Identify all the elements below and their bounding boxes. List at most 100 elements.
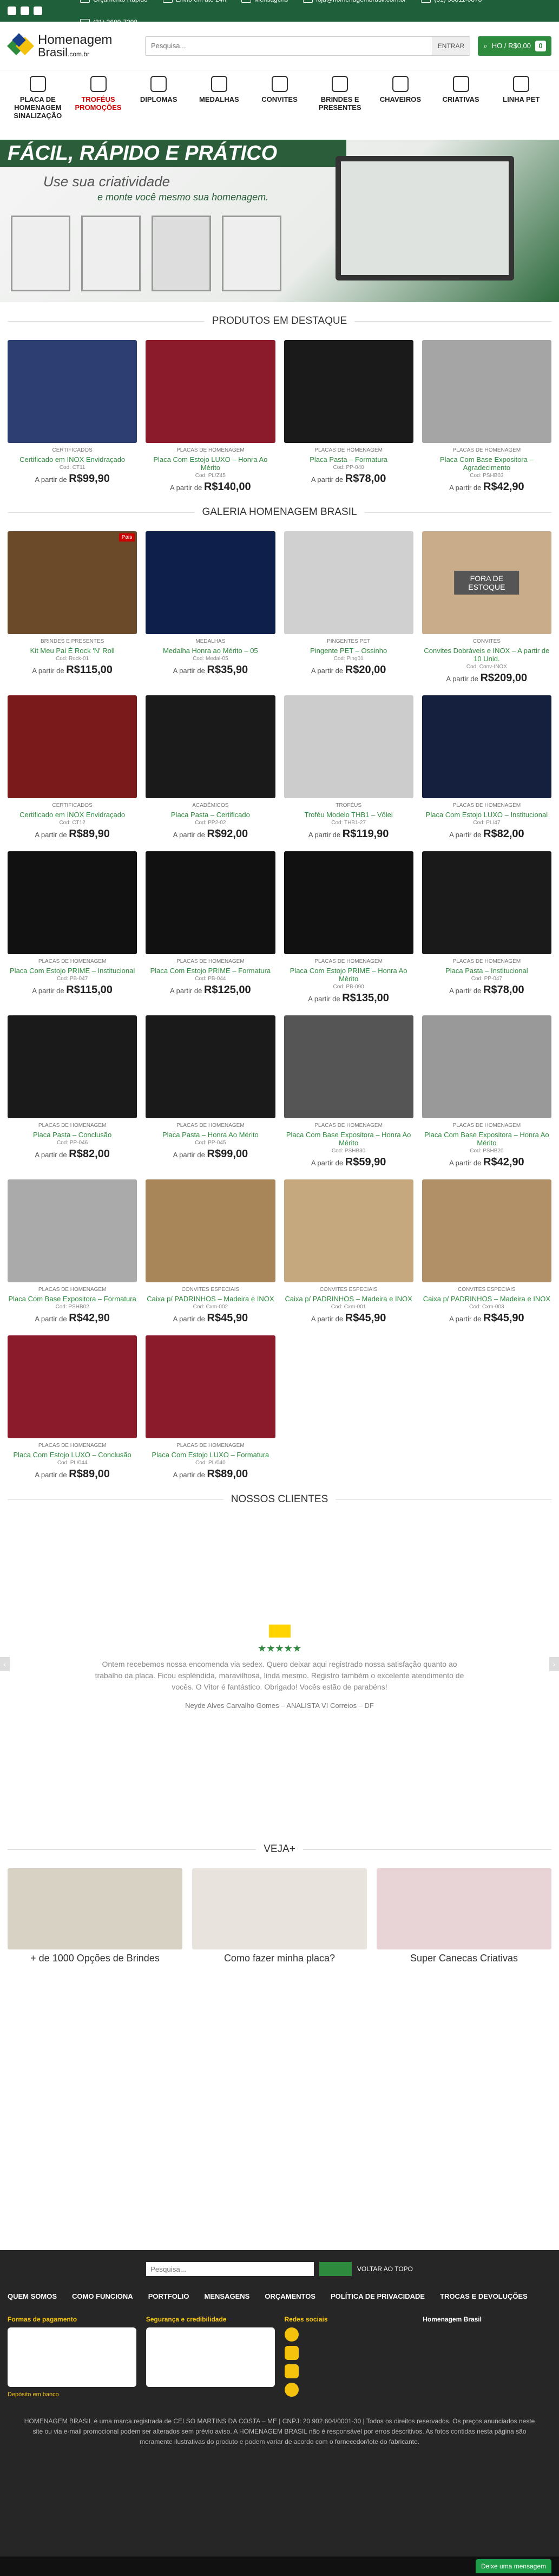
facebook-icon[interactable]: [8, 6, 16, 15]
product-card[interactable]: FORA DE ESTOQUE CONVITES Convites Dobrávei…: [422, 531, 551, 684]
product-card[interactable]: CONVITES ESPECIAIS Caixa p/ PADRINHOS – M…: [284, 1179, 413, 1325]
whatsapp-icon[interactable]: [34, 6, 42, 15]
product-image[interactable]: [146, 340, 275, 443]
product-image[interactable]: [422, 851, 551, 954]
product-image[interactable]: [422, 695, 551, 798]
blog-card[interactable]: Como fazer minha placa?: [192, 1868, 367, 1964]
product-name[interactable]: Troféu Modelo THB1 – Vôlei: [284, 811, 413, 819]
footer-nav-link[interactable]: PORTFOLIO: [148, 2292, 189, 2300]
footer-nav-link[interactable]: MENSAGENS: [205, 2292, 250, 2300]
youtube-icon[interactable]: [284, 2346, 299, 2360]
login-button[interactable]: ENTRAR: [432, 36, 470, 55]
product-name[interactable]: Certificado em INOX Envidraçado: [8, 811, 137, 819]
product-image[interactable]: [146, 1179, 275, 1282]
product-card[interactable]: PINGENTES PET Pingente PET – Ossinho Cod: …: [284, 531, 413, 684]
product-card[interactable]: PLACAS DE HOMENAGEM Placa Pasta – Conclus…: [8, 1015, 137, 1169]
product-image[interactable]: [284, 695, 413, 798]
product-image[interactable]: [8, 851, 137, 954]
footer-nav-link[interactable]: QUEM SOMOS: [8, 2292, 57, 2300]
carousel-next-button[interactable]: ›: [549, 1657, 559, 1671]
product-card[interactable]: PLACAS DE HOMENAGEM Placa Com Estojo LUXO…: [146, 340, 275, 493]
product-card[interactable]: PLACAS DE HOMENAGEM Placa Pasta – Formatu…: [284, 340, 413, 493]
blog-card[interactable]: + de 1000 Opções de Brindes: [8, 1868, 182, 1964]
blog-card[interactable]: Super Canecas Criativas: [377, 1868, 551, 1964]
topbar-link[interactable]: (31) 98811-0878: [421, 0, 482, 3]
nav-item[interactable]: LINHA PET: [491, 76, 551, 103]
product-card[interactable]: CONVITES ESPECIAIS Caixa p/ PADRINHOS – M…: [422, 1179, 551, 1325]
product-name[interactable]: Placa Com Estojo PRIME – Formatura: [146, 967, 275, 975]
product-card[interactable]: PLACAS DE HOMENAGEM Placa Com Estojo PRIM…: [146, 851, 275, 1005]
product-name[interactable]: Caixa p/ PADRINHOS – Madeira e INOX: [284, 1295, 413, 1303]
blog-title[interactable]: Como fazer minha placa?: [192, 1953, 367, 1964]
product-image[interactable]: [146, 695, 275, 798]
product-card[interactable]: PLACAS DE HOMENAGEM Placa Com Base Exposi…: [422, 340, 551, 493]
chat-button[interactable]: Deixe uma mensagem: [475, 2559, 551, 2573]
carousel-prev-button[interactable]: ‹: [0, 1657, 10, 1671]
footer-nav-link[interactable]: COMO FUNCIONA: [72, 2292, 133, 2300]
nav-item[interactable]: BRINDES E PRESENTES: [310, 76, 370, 112]
product-name[interactable]: Caixa p/ PADRINHOS – Madeira e INOX: [422, 1295, 551, 1303]
product-name[interactable]: Placa Pasta – Honra Ao Mérito: [146, 1131, 275, 1139]
product-name[interactable]: Certificado em INOX Envidraçado: [8, 455, 137, 464]
product-name[interactable]: Placa Com Estojo LUXO – Honra Ao Mérito: [146, 455, 275, 472]
nav-item[interactable]: PLACA DE HOMENAGEM SINALIZAÇÃO: [8, 76, 68, 120]
hero-banner[interactable]: FÁCIL, RÁPIDO E PRÁTICO Use sua criativi…: [0, 140, 559, 302]
product-card[interactable]: TROFÉUS Troféu Modelo THB1 – Vôlei Cod: TH…: [284, 695, 413, 840]
product-name[interactable]: Placa Pasta – Certificado: [146, 811, 275, 819]
product-image[interactable]: [284, 340, 413, 443]
product-image[interactable]: [8, 1179, 137, 1282]
facebook-icon[interactable]: [284, 2364, 299, 2378]
product-card[interactable]: PLACAS DE HOMENAGEM Placa Pasta – Institu…: [422, 851, 551, 1005]
back-to-top-link[interactable]: VOLTAR AO TOPO: [357, 2265, 413, 2273]
product-name[interactable]: Kit Meu Pai É Rock 'N' Roll: [8, 647, 137, 655]
product-image[interactable]: [8, 695, 137, 798]
product-image[interactable]: [8, 1015, 137, 1118]
footer-search-button[interactable]: [319, 2262, 352, 2276]
blog-title[interactable]: + de 1000 Opções de Brindes: [8, 1953, 182, 1964]
product-image[interactable]: [146, 1335, 275, 1438]
footer-search-input[interactable]: [146, 2262, 314, 2276]
product-name[interactable]: Placa Com Estojo LUXO – Conclusão: [8, 1451, 137, 1459]
blog-image[interactable]: [377, 1868, 551, 1949]
product-card[interactable]: PLACAS DE HOMENAGEM Placa Com Base Exposi…: [8, 1179, 137, 1325]
nav-item[interactable]: DIPLOMAS: [128, 76, 189, 103]
blog-image[interactable]: [8, 1868, 182, 1949]
product-card[interactable]: PLACAS DE HOMENAGEM Placa Com Base Exposi…: [284, 1015, 413, 1169]
product-name[interactable]: Placa Com Estojo LUXO – Formatura: [146, 1451, 275, 1459]
product-image[interactable]: FORA DE ESTOQUE: [422, 531, 551, 634]
product-card[interactable]: PLACAS DE HOMENAGEM Placa Com Estojo LUXO…: [146, 1335, 275, 1481]
blog-title[interactable]: Super Canecas Criativas: [377, 1953, 551, 1964]
product-image[interactable]: [422, 1015, 551, 1118]
product-card[interactable]: PLACAS DE HOMENAGEM Placa Com Base Exposi…: [422, 1015, 551, 1169]
product-card[interactable]: ACADÊMICOS Placa Pasta – Certificado Cod: …: [146, 695, 275, 840]
product-image[interactable]: [284, 1179, 413, 1282]
product-name[interactable]: Placa Pasta – Institucional: [422, 967, 551, 975]
product-name[interactable]: Medalha Honra ao Mérito – 05: [146, 647, 275, 655]
product-name[interactable]: Pingente PET – Ossinho: [284, 647, 413, 655]
product-name[interactable]: Placa Com Estojo LUXO – Institucional: [422, 811, 551, 819]
product-card[interactable]: PLACAS DE HOMENAGEM Placa Pasta – Honra A…: [146, 1015, 275, 1169]
blog-image[interactable]: [192, 1868, 367, 1949]
nav-item[interactable]: CRIATIVAS: [431, 76, 491, 103]
nav-item[interactable]: MEDALHAS: [189, 76, 249, 103]
product-card[interactable]: PLACAS DE HOMENAGEM Placa Com Estojo PRIM…: [284, 851, 413, 1005]
footer-nav-link[interactable]: TROCAS E DEVOLUÇÕES: [440, 2292, 528, 2300]
product-name[interactable]: Placa Pasta – Formatura: [284, 455, 413, 464]
product-image[interactable]: [8, 1335, 137, 1438]
instagram-icon[interactable]: [284, 2327, 299, 2342]
product-card[interactable]: PLACAS DE HOMENAGEM Placa Com Estojo PRIM…: [8, 851, 137, 1005]
product-name[interactable]: Placa Com Base Expositora – Honra Ao Mér…: [422, 1131, 551, 1147]
product-image[interactable]: [422, 340, 551, 443]
whatsapp-icon[interactable]: [284, 2383, 299, 2397]
product-name[interactable]: Convites Dobráveis e INOX – A partir de …: [422, 647, 551, 663]
nav-item[interactable]: CONVITES: [249, 76, 310, 103]
product-card[interactable]: CONVITES ESPECIAIS Caixa p/ PADRINHOS – M…: [146, 1179, 275, 1325]
footer-nav-link[interactable]: POLÍTICA DE PRIVACIDADE: [331, 2292, 425, 2300]
product-image[interactable]: [284, 1015, 413, 1118]
product-name[interactable]: Placa Com Base Expositora – Honra Ao Mér…: [284, 1131, 413, 1147]
product-name[interactable]: Caixa p/ PADRINHOS – Madeira e INOX: [146, 1295, 275, 1303]
product-image[interactable]: Pais: [8, 531, 137, 634]
product-image[interactable]: [8, 340, 137, 443]
product-name[interactable]: Placa Com Estojo PRIME – Honra Ao Mérito: [284, 967, 413, 983]
product-card[interactable]: CERTIFICADOS Certificado em INOX Envidraç…: [8, 695, 137, 840]
